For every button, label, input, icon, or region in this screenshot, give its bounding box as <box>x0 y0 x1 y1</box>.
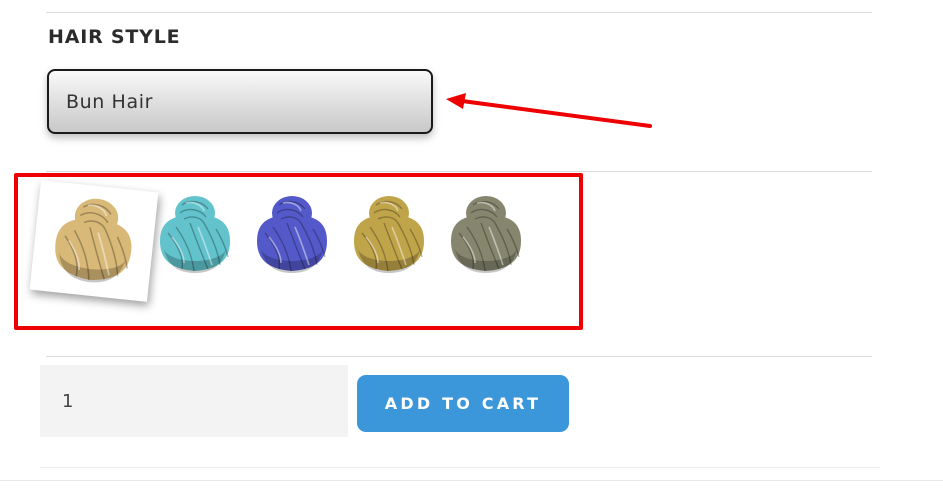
bun-hair-gray-icon[interactable] <box>445 189 527 281</box>
add-to-cart-button[interactable]: ADD TO CART <box>357 375 569 432</box>
hair-style-select-value: Bun Hair <box>66 90 153 113</box>
quantity-input[interactable]: 1 <box>40 365 348 437</box>
hair-style-select[interactable]: Bun Hair <box>47 69 433 134</box>
divider <box>46 171 872 172</box>
bun-hair-blue-icon[interactable] <box>251 189 333 281</box>
divider <box>46 356 872 357</box>
divider <box>40 467 880 468</box>
divider <box>46 12 872 13</box>
annotation-arrow <box>446 93 652 128</box>
bun-hair-olive-icon[interactable] <box>348 189 430 281</box>
bun-hair-blonde-icon[interactable] <box>29 180 159 302</box>
hair-style-label: HAIR STYLE <box>48 26 181 48</box>
bun-hair-teal-icon[interactable] <box>154 189 236 281</box>
divider <box>0 480 943 481</box>
